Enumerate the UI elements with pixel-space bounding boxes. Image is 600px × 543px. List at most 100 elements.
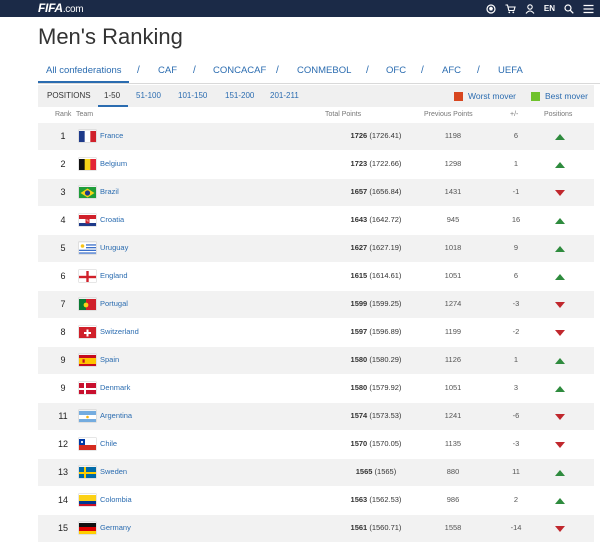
change-cell: 1 xyxy=(513,159,519,168)
spain-flag xyxy=(79,354,96,366)
col-change: +/- xyxy=(510,111,519,118)
best-mover-label: Best mover xyxy=(545,91,588,101)
change-cell: 6 xyxy=(513,131,519,140)
col-rank: Rank xyxy=(55,111,72,118)
change-cell: 3 xyxy=(513,383,519,392)
search-icon[interactable] xyxy=(564,3,574,14)
previous-points-cell: 945 xyxy=(446,215,460,224)
arrow-up-icon xyxy=(555,134,565,140)
change-cell: -3 xyxy=(512,299,520,308)
previous-points-cell: 1274 xyxy=(444,299,462,308)
tab-uefa[interactable]: UEFA xyxy=(498,65,523,76)
team-link[interactable]: France xyxy=(100,131,123,140)
arrow-down-icon xyxy=(555,526,565,532)
table-row: 12 Chile 1570 (1570.05) 1135 -3 xyxy=(38,431,594,459)
range-1-50[interactable]: 1-50 xyxy=(104,91,120,100)
legend-best-mover[interactable]: Best mover xyxy=(531,91,588,101)
team-link[interactable]: Switzerland xyxy=(100,327,139,336)
tab-separator: / xyxy=(193,65,196,76)
table-row: 14 Colombia 1563 (1562.53) 986 2 xyxy=(38,487,594,515)
previous-points-cell: 1431 xyxy=(444,187,462,196)
table-row: 6 England 1615 (1614.61) 1051 6 xyxy=(38,263,594,291)
positions-label: POSITIONS xyxy=(47,91,91,100)
user-icon[interactable] xyxy=(525,3,535,14)
team-link[interactable]: Sweden xyxy=(100,467,127,476)
positions-bar: POSITIONS 1-50 51-100 101-150 151-200 20… xyxy=(38,85,594,107)
tab-conmebol[interactable]: CONMEBOL xyxy=(297,65,351,76)
best-mover-swatch xyxy=(531,91,540,101)
previous-points-cell: 1051 xyxy=(444,383,462,392)
brazil-flag xyxy=(79,186,96,198)
col-team: Team xyxy=(76,111,94,118)
range-51-100[interactable]: 51-100 xyxy=(136,91,161,100)
table-row: 4 Croatia 1643 (1642.72) 945 16 xyxy=(38,207,594,235)
previous-points-cell: 1018 xyxy=(444,243,462,252)
team-link[interactable]: Chile xyxy=(100,439,117,448)
belgium-flag xyxy=(79,158,96,170)
previous-points-cell: 1241 xyxy=(444,411,462,420)
team-link[interactable]: Croatia xyxy=(100,215,124,224)
previous-points-cell: 1198 xyxy=(444,131,462,140)
col-previous-points: Previous Points xyxy=(424,111,473,118)
table-row: 11 Argentina 1574 (1573.53) 1241 -6 xyxy=(38,403,594,431)
team-link[interactable]: Argentina xyxy=(100,411,132,420)
range-201-211[interactable]: 201-211 xyxy=(270,91,299,100)
top-icons: EN xyxy=(486,1,594,16)
switzerland-flag xyxy=(79,326,96,338)
legend-worst-mover[interactable]: Worst mover xyxy=(454,91,516,101)
table-row: 15 Germany 1561 (1560.71) 1558 -14 xyxy=(38,515,594,543)
sweden-flag xyxy=(79,466,96,478)
tab-concacaf[interactable]: CONCACAF xyxy=(213,65,266,76)
active-range-indicator xyxy=(98,105,128,107)
arrow-down-icon xyxy=(555,330,565,336)
change-cell: 2 xyxy=(513,495,519,504)
active-tab-indicator xyxy=(38,81,129,83)
tab-all-confederations[interactable]: All confederations xyxy=(46,65,122,76)
team-link[interactable]: Brazil xyxy=(100,187,119,196)
cart-icon[interactable] xyxy=(505,3,516,14)
arrow-up-icon xyxy=(555,218,565,224)
change-cell: -6 xyxy=(512,411,520,420)
arrow-up-icon xyxy=(555,162,565,168)
previous-points-cell: 1298 xyxy=(444,159,462,168)
team-link[interactable]: Germany xyxy=(100,523,131,532)
col-positions: Positions xyxy=(544,111,573,118)
ball-icon[interactable] xyxy=(486,3,496,14)
team-link[interactable]: Spain xyxy=(100,355,119,364)
team-link[interactable]: Denmark xyxy=(100,383,130,392)
uruguay-flag xyxy=(79,242,96,254)
team-link[interactable]: Portugal xyxy=(100,299,128,308)
table-header: Rank Team Total Points Previous Points +… xyxy=(38,110,594,123)
arrow-up-icon xyxy=(555,470,565,476)
worst-mover-label: Worst mover xyxy=(468,91,517,101)
change-cell: -1 xyxy=(512,187,520,196)
table-row: 7 Portugal 1599 (1599.25) 1274 -3 xyxy=(38,291,594,319)
previous-points-cell: 1558 xyxy=(444,523,462,532)
range-101-150[interactable]: 101-150 xyxy=(178,91,207,100)
arrow-down-icon xyxy=(555,190,565,196)
logo-suffix-text: .com xyxy=(62,4,84,15)
arrow-down-icon xyxy=(555,302,565,308)
tab-caf[interactable]: CAF xyxy=(158,65,177,76)
previous-points-cell: 1051 xyxy=(444,271,462,280)
table-row: 8 Switzerland 1597 (1596.89) 1199 -2 xyxy=(38,319,594,347)
england-flag xyxy=(79,270,96,282)
team-link[interactable]: Uruguay xyxy=(100,243,128,252)
germany-flag xyxy=(79,522,96,534)
tab-ofc[interactable]: OFC xyxy=(386,65,406,76)
team-link[interactable]: Belgium xyxy=(100,159,127,168)
menu-icon[interactable] xyxy=(583,4,594,14)
table-row: 3 Brazil 1657 (1656.84) 1431 -1 xyxy=(38,179,594,207)
language-selector[interactable]: EN xyxy=(544,4,555,13)
colombia-flag xyxy=(79,494,96,506)
fifa-logo[interactable]: FIFA.com xyxy=(38,1,84,15)
change-cell: -3 xyxy=(512,439,520,448)
range-151-200[interactable]: 151-200 xyxy=(225,91,254,100)
table-row: 13 Sweden 1565 (1565) 880 11 xyxy=(38,459,594,487)
change-cell: -14 xyxy=(510,523,522,532)
denmark-flag xyxy=(79,382,96,394)
change-cell: 1 xyxy=(513,355,519,364)
tab-afc[interactable]: AFC xyxy=(442,65,461,76)
team-link[interactable]: Colombia xyxy=(100,495,132,504)
team-link[interactable]: England xyxy=(100,271,128,280)
